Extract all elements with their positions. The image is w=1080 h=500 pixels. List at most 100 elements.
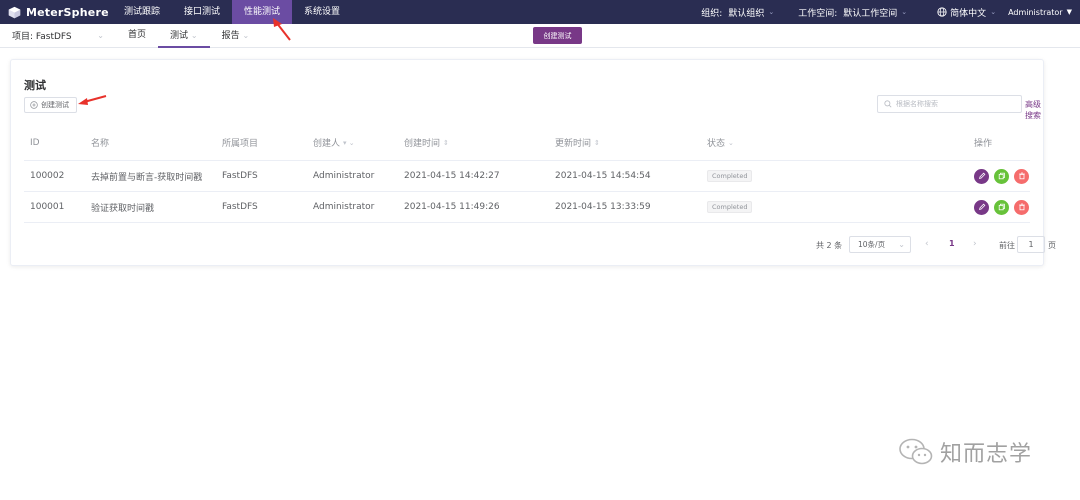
test-table: ID 名称 所属项目 创建人 ▾ ⌄ 创建时间 ⇕ 更新时间 ⇕ 状态 ⌄ 操作… bbox=[24, 125, 1030, 223]
sort-icon[interactable]: ⇕ bbox=[443, 139, 449, 147]
test-list-card: 测试 创建测试 高级搜索 ID 名称 所属项目 创建人 ▾ ⌄ 创建时间 ⇕ bbox=[10, 59, 1056, 266]
col-actions: 操作 bbox=[974, 139, 993, 149]
delete-icon bbox=[1018, 172, 1025, 180]
search-field[interactable] bbox=[877, 95, 1022, 113]
user-menu[interactable]: Administrator bbox=[1008, 8, 1063, 17]
col-updated-label: 更新时间 bbox=[555, 139, 592, 149]
chevron-down-icon: ⌄ bbox=[190, 30, 198, 40]
page-size-selector[interactable]: 10条/页 ⌄ bbox=[849, 236, 911, 253]
edit-icon bbox=[978, 203, 985, 210]
advanced-search-link[interactable]: 高级搜索 bbox=[1025, 99, 1043, 121]
cell-status: Completed bbox=[707, 161, 753, 191]
cell-id: 100001 bbox=[30, 202, 65, 212]
prev-page-button[interactable]: ‹ bbox=[925, 239, 929, 249]
plus-circle-icon bbox=[30, 101, 38, 109]
search-input[interactable] bbox=[896, 100, 1016, 108]
copy-icon bbox=[998, 172, 1005, 180]
page-suffix: 页 bbox=[1048, 241, 1056, 250]
status-badge: Completed bbox=[707, 201, 753, 213]
create-test-button-top[interactable]: 创建测试 bbox=[533, 27, 582, 44]
col-status-label: 状态 bbox=[707, 139, 726, 149]
top-right-controls: 组织: 默认组织 ⌄ 工作空间: 默认工作空间 ⌄ 简体中文 ⌄ Adminis… bbox=[701, 0, 1080, 24]
subnav-tests[interactable]: 测试 ⌄ bbox=[158, 24, 210, 48]
edit-button[interactable] bbox=[974, 168, 989, 184]
cell-actions bbox=[974, 161, 1034, 191]
watermark-text: 知而志学 bbox=[940, 442, 1033, 467]
delete-button[interactable] bbox=[1014, 199, 1029, 215]
globe-icon bbox=[937, 7, 947, 17]
cell-created: 2021-04-15 11:49:26 bbox=[404, 202, 500, 212]
watermark: 知而志学 bbox=[898, 436, 1032, 468]
chevron-down-icon: ⌄ bbox=[898, 240, 905, 249]
col-creator[interactable]: 创建人 ▾ ⌄ bbox=[313, 125, 355, 160]
top-navigation-bar: MeterSphere 测试跟踪 接口测试 性能测试 系统设置 组织: 默认组织… bbox=[0, 0, 1080, 24]
delete-button[interactable] bbox=[1014, 168, 1029, 184]
filter-caret-icon[interactable]: ▾ ⌄ bbox=[343, 139, 355, 147]
workspace-selector[interactable]: 默认工作空间 bbox=[843, 6, 897, 19]
col-project: 所属项目 bbox=[222, 139, 259, 149]
cell-actions bbox=[974, 192, 1034, 222]
cell-creator: Administrator bbox=[313, 171, 375, 181]
col-created[interactable]: 创建时间 ⇕ bbox=[404, 125, 449, 160]
nav-performance-test[interactable]: 性能测试 bbox=[232, 0, 293, 24]
table-row[interactable]: 100001 验证获取时间戳 FastDFS Administrator 202… bbox=[24, 192, 1030, 223]
workspace-label: 工作空间: bbox=[798, 8, 838, 19]
project-name: 项目: FastDFS bbox=[12, 32, 72, 42]
create-test-label: 创建测试 bbox=[41, 101, 69, 109]
chevron-down-icon[interactable]: ⌄ bbox=[990, 8, 996, 16]
cell-name: 去掉前置与断言-获取时间戳 bbox=[91, 172, 203, 183]
cell-updated: 2021-04-15 13:33:59 bbox=[555, 202, 651, 212]
cell-name: 验证获取时间戳 bbox=[91, 203, 155, 214]
delete-icon bbox=[1018, 203, 1025, 211]
org-label: 组织: bbox=[701, 8, 723, 19]
sub-menu: 首页 测试 ⌄ 报告 ⌄ bbox=[116, 24, 261, 48]
copy-button[interactable] bbox=[994, 199, 1009, 215]
nav-test-tracking[interactable]: 测试跟踪 bbox=[112, 0, 172, 24]
goto-label: 前往 bbox=[999, 241, 1015, 250]
org-selector[interactable]: 默认组织 bbox=[728, 6, 764, 19]
chevron-down-icon[interactable]: ⌄ bbox=[728, 139, 734, 147]
table-header: ID 名称 所属项目 创建人 ▾ ⌄ 创建时间 ⇕ 更新时间 ⇕ 状态 ⌄ 操作 bbox=[24, 125, 1030, 161]
cell-updated: 2021-04-15 14:54:54 bbox=[555, 171, 651, 181]
cell-creator: Administrator bbox=[313, 202, 375, 212]
nav-system-settings[interactable]: 系统设置 bbox=[292, 0, 352, 24]
chevron-down-icon[interactable]: ⌄ bbox=[768, 8, 774, 16]
col-id: ID bbox=[30, 137, 40, 148]
nav-api-test[interactable]: 接口测试 bbox=[172, 0, 232, 24]
chevron-down-icon: ⌄ bbox=[97, 31, 104, 40]
caret-down-icon[interactable]: ▼ bbox=[1067, 8, 1072, 16]
col-created-label: 创建时间 bbox=[404, 139, 441, 149]
project-selector[interactable]: 项目: FastDFS ⌄ bbox=[0, 29, 110, 42]
cell-project: FastDFS bbox=[222, 171, 258, 181]
wechat-icon bbox=[899, 438, 933, 465]
page-number-1[interactable]: 1 bbox=[949, 239, 955, 248]
cell-id: 100002 bbox=[30, 171, 65, 181]
cell-created: 2021-04-15 14:42:27 bbox=[404, 171, 500, 181]
chevron-down-icon[interactable]: ⌄ bbox=[901, 8, 907, 16]
subnav-tests-label: 测试 bbox=[170, 30, 189, 41]
cell-status: Completed bbox=[707, 192, 753, 222]
col-updated[interactable]: 更新时间 ⇕ bbox=[555, 125, 600, 160]
language-selector[interactable]: 简体中文 bbox=[950, 6, 986, 19]
subnav-reports-label: 报告 bbox=[221, 30, 240, 41]
create-test-button[interactable]: 创建测试 bbox=[24, 97, 77, 113]
sub-navigation-bar: 项目: FastDFS ⌄ 首页 测试 ⌄ 报告 ⌄ 创建测试 bbox=[0, 24, 1080, 48]
pagination: 共 2 条 10条/页 ⌄ ‹ 1 › 前往 1 页 bbox=[11, 236, 1056, 254]
card-title: 测试 bbox=[24, 79, 46, 92]
edit-icon bbox=[978, 172, 985, 179]
next-page-button[interactable]: › bbox=[973, 239, 977, 249]
sort-icon[interactable]: ⇕ bbox=[594, 139, 600, 147]
subnav-home[interactable]: 首页 bbox=[116, 24, 158, 48]
copy-button[interactable] bbox=[994, 168, 1009, 184]
cell-project: FastDFS bbox=[222, 202, 258, 212]
table-row[interactable]: 100002 去掉前置与断言-获取时间戳 FastDFS Administrat… bbox=[24, 161, 1030, 192]
total-count: 共 2 条 bbox=[816, 241, 843, 250]
subnav-reports[interactable]: 报告 ⌄ bbox=[210, 24, 262, 48]
page-size-value: 10条/页 bbox=[858, 240, 886, 249]
app-name: MeterSphere bbox=[26, 5, 109, 19]
col-status[interactable]: 状态 ⌄ bbox=[707, 125, 734, 160]
goto-page-input[interactable]: 1 bbox=[1017, 236, 1045, 253]
edit-button[interactable] bbox=[974, 199, 989, 215]
app-logo[interactable]: MeterSphere bbox=[0, 0, 112, 24]
col-creator-label: 创建人 bbox=[313, 139, 341, 149]
